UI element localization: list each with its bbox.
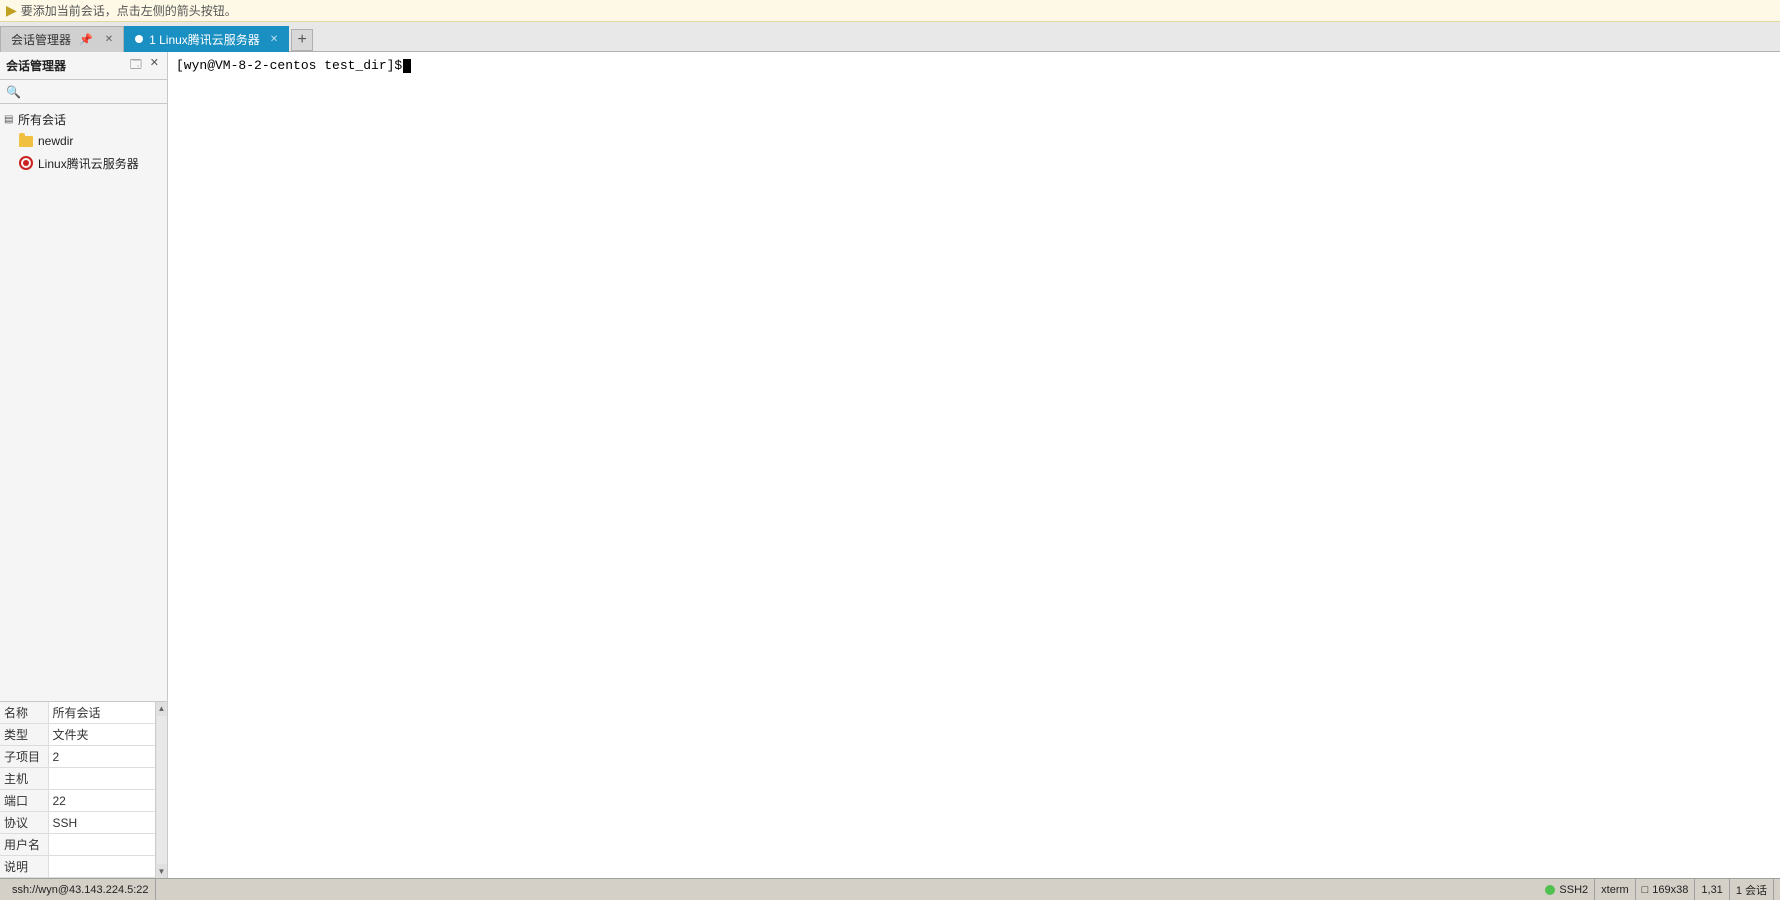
tab-session-manager-label: 会话管理器 xyxy=(11,31,71,48)
status-bar: ssh://wyn@43.143.224.5:22 SSH2 xterm □ 1… xyxy=(0,878,1780,900)
session-tree: ▤ 所有会话 newdir Linux腾讯云服务器 xyxy=(0,104,167,701)
table-row: 用户名 xyxy=(0,834,155,856)
tab-session-manager[interactable]: 会话管理器 📌 ✕ xyxy=(0,26,124,52)
sidebar-search-bar: 🔍 xyxy=(0,80,167,104)
add-tab-button[interactable]: + xyxy=(291,29,313,51)
tab-session-manager-close[interactable]: ✕ xyxy=(105,34,113,45)
tab-linux-server-label: 1 Linux腾讯云服务器 xyxy=(149,31,260,48)
tab-dot xyxy=(135,35,143,43)
table-row: 子项目2 xyxy=(0,746,155,768)
sidebar-close-button[interactable]: ✕ xyxy=(148,55,161,76)
protocol-text: SSH2 xyxy=(1559,884,1588,896)
status-dimensions: □ 169x38 xyxy=(1636,879,1696,900)
sidebar: 会话管理器 🗔 ✕ 🔍 ▤ 所有会话 newdir xyxy=(0,52,168,878)
status-ssh-url: ssh://wyn@43.143.224.5:22 xyxy=(6,879,156,900)
sidebar-controls: 🗔 ✕ xyxy=(128,55,161,76)
status-terminal-type: xterm xyxy=(1595,879,1636,900)
terminal-content[interactable]: [wyn@VM-8-2-centos test_dir]$ xyxy=(168,52,1780,878)
expand-icon-all-sessions: ▤ xyxy=(4,114,16,125)
status-protocol: SSH2 xyxy=(1539,879,1595,900)
scroll-down-button[interactable]: ▼ xyxy=(156,864,168,878)
tab-linux-server-close[interactable]: ✕ xyxy=(270,34,278,45)
arrow-icon: ▶ xyxy=(6,2,17,19)
prop-key: 子项目 xyxy=(0,746,48,768)
dimensions-label: □ xyxy=(1642,884,1649,896)
prop-key: 名称 xyxy=(0,702,48,724)
tree-label-all-sessions: 所有会话 xyxy=(18,111,66,128)
prop-value: SSH xyxy=(48,812,155,834)
table-row: 端口22 xyxy=(0,790,155,812)
prompt-text: [wyn@VM-8-2-centos test_dir]$ xyxy=(176,58,402,73)
prop-key: 用户名 xyxy=(0,834,48,856)
properties-panel: 名称所有会话类型文件夹子项目2主机端口22协议SSH用户名说明 ▲ ▼ xyxy=(0,701,167,879)
table-row: 类型文件夹 xyxy=(0,724,155,746)
tree-item-linux-server[interactable]: Linux腾讯云服务器 xyxy=(0,152,167,174)
terminal-prompt-line: [wyn@VM-8-2-centos test_dir]$ xyxy=(176,58,1772,73)
prop-scrollbar[interactable]: ▲ ▼ xyxy=(155,702,167,879)
prop-key: 端口 xyxy=(0,790,48,812)
status-cursor-pos: 1,31 xyxy=(1695,879,1729,900)
search-icon: 🔍 xyxy=(6,85,21,99)
table-row: 名称所有会话 xyxy=(0,702,155,724)
tree-item-all-sessions[interactable]: ▤ 所有会话 xyxy=(0,108,167,130)
status-sessions: 1 会话 xyxy=(1730,879,1774,900)
terminal-panel[interactable]: [wyn@VM-8-2-centos test_dir]$ xyxy=(168,52,1780,878)
tab-pin-icon[interactable]: 📌 xyxy=(77,32,95,47)
sidebar-pin-button[interactable]: 🗔 xyxy=(128,55,144,76)
prop-value xyxy=(48,856,155,878)
notification-bar: ▶ 要添加当前会话，点击左侧的箭头按钮。 xyxy=(0,0,1780,22)
server-icon-linux xyxy=(18,156,34,170)
folder-icon-newdir xyxy=(18,134,34,148)
prop-value xyxy=(48,768,155,790)
tree-item-newdir[interactable]: newdir xyxy=(0,130,167,152)
prop-key: 类型 xyxy=(0,724,48,746)
sidebar-header: 会话管理器 🗔 ✕ xyxy=(0,52,167,80)
sidebar-title: 会话管理器 xyxy=(6,57,66,74)
scroll-up-button[interactable]: ▲ xyxy=(156,702,168,716)
protocol-dot xyxy=(1545,885,1555,895)
prop-value: 22 xyxy=(48,790,155,812)
sessions-text: 1 会话 xyxy=(1736,882,1767,898)
cursor-pos-text: 1,31 xyxy=(1701,884,1722,896)
tab-bar: 会话管理器 📌 ✕ 1 Linux腾讯云服务器 ✕ + xyxy=(0,22,1780,52)
tab-linux-server[interactable]: 1 Linux腾讯云服务器 ✕ xyxy=(124,26,289,52)
properties-table: 名称所有会话类型文件夹子项目2主机端口22协议SSH用户名说明 xyxy=(0,702,155,879)
prop-value: 2 xyxy=(48,746,155,768)
main-area: 会话管理器 🗔 ✕ 🔍 ▤ 所有会话 newdir xyxy=(0,52,1780,878)
terminal-type-text: xterm xyxy=(1601,884,1629,896)
prop-value: 所有会话 xyxy=(48,702,155,724)
notice-text: 要添加当前会话，点击左侧的箭头按钮。 xyxy=(21,2,237,19)
table-row: 协议SSH xyxy=(0,812,155,834)
tree-label-newdir: newdir xyxy=(38,134,73,148)
ssh-url-text: ssh://wyn@43.143.224.5:22 xyxy=(12,884,149,896)
prop-key: 说明 xyxy=(0,856,48,878)
prop-key: 协议 xyxy=(0,812,48,834)
table-row: 主机 xyxy=(0,768,155,790)
prop-key: 主机 xyxy=(0,768,48,790)
dimensions-text: 169x38 xyxy=(1652,884,1688,896)
tree-label-linux-server: Linux腾讯云服务器 xyxy=(38,155,139,172)
prop-value: 文件夹 xyxy=(48,724,155,746)
table-row: 说明 xyxy=(0,856,155,878)
prop-value xyxy=(48,834,155,856)
cursor-block xyxy=(403,59,411,73)
